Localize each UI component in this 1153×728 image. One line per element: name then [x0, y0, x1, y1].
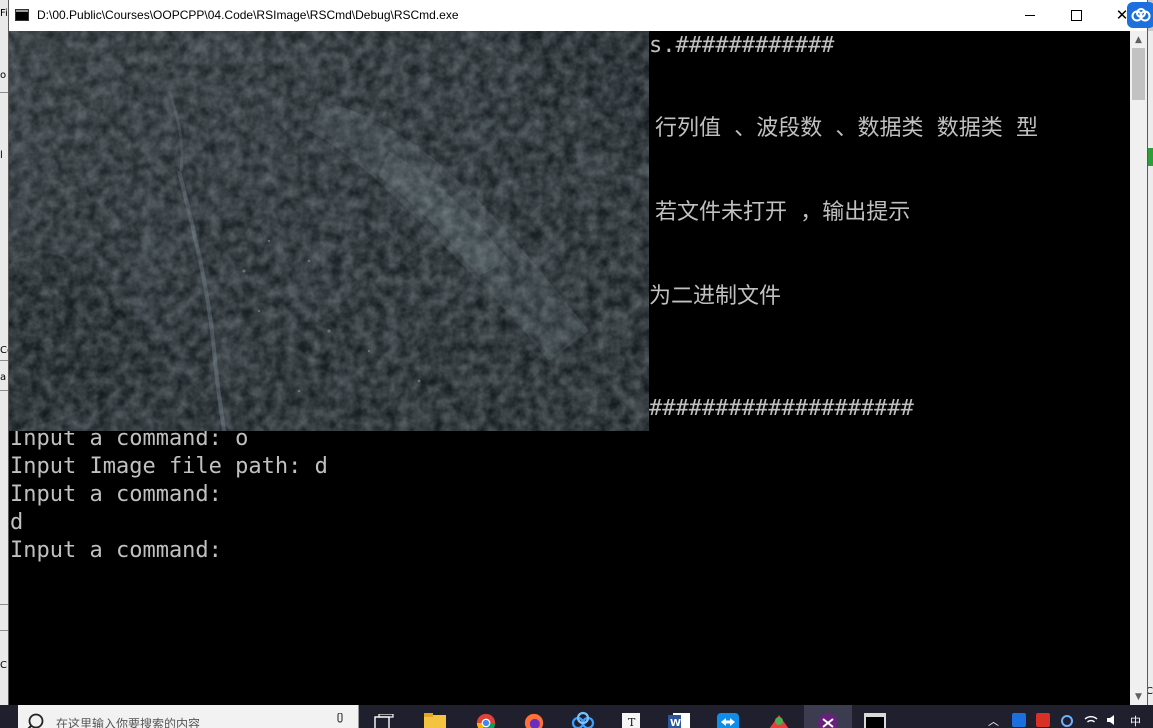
- volume-icon[interactable]: [1106, 713, 1120, 727]
- file-explorer-icon[interactable]: [424, 711, 448, 728]
- input-method-indicator[interactable]: 中: [1130, 713, 1144, 728]
- title-bar[interactable]: D:\00.Public\Courses\OOPCPP\04.Code\RSIm…: [9, 0, 1147, 31]
- typora-icon[interactable]: T: [620, 711, 644, 728]
- cloud-icon: [1131, 8, 1151, 22]
- firefox-icon[interactable]: [522, 713, 546, 728]
- tray-app-icon[interactable]: [1036, 713, 1050, 727]
- console-app-icon: [15, 9, 29, 21]
- console-line-partial-5: ####################: [649, 396, 914, 421]
- baidu-netdisk-icon[interactable]: [571, 711, 595, 728]
- tray-cloud-icon[interactable]: [1012, 713, 1026, 727]
- minimize-icon: [1025, 15, 1035, 16]
- console-window[interactable]: D:\00.Public\Courses\OOPCPP\04.Code\RSIm…: [8, 0, 1153, 705]
- desktop: Fi o l Co a C Co D:\00.Public\Courses\OO…: [0, 0, 1153, 728]
- start-button[interactable]: [0, 705, 18, 728]
- satellite-image-view: [9, 31, 649, 431]
- console-line-3: Input a command:: [10, 482, 222, 507]
- console-output[interactable]: s.############ 行列值 、波段数 、数据类 数据类 型 若文件未打…: [9, 31, 1130, 705]
- taskbar: 在这里输入你要搜索的内容 T W ︿ 中: [0, 705, 1153, 728]
- word-icon[interactable]: W: [668, 711, 692, 728]
- svg-text:T: T: [628, 716, 636, 728]
- chrome-icon[interactable]: [474, 713, 498, 728]
- baidu-netdisk-float-icon[interactable]: [1127, 2, 1153, 28]
- xmind-icon[interactable]: [767, 711, 791, 728]
- maximize-button[interactable]: [1053, 0, 1099, 31]
- tray-expand-icon[interactable]: ︿: [988, 713, 1002, 728]
- vertical-scrollbar[interactable]: ▲ ▼: [1130, 31, 1147, 705]
- console-line-5: Input a command:: [10, 538, 222, 563]
- console-app-taskbar-icon[interactable]: [864, 711, 888, 728]
- maximize-icon: [1070, 10, 1082, 21]
- microphone-icon[interactable]: [336, 713, 344, 728]
- visual-studio-icon[interactable]: [816, 712, 840, 728]
- search-placeholder: 在这里输入你要搜索的内容: [56, 717, 201, 728]
- scroll-down-button[interactable]: ▼: [1130, 688, 1147, 705]
- minimize-button[interactable]: [1007, 0, 1053, 31]
- scroll-thumb[interactable]: [1132, 48, 1145, 100]
- wifi-icon[interactable]: [1084, 713, 1098, 727]
- window-title: D:\00.Public\Courses\OOPCPP\04.Code\RSIm…: [37, 8, 459, 22]
- scroll-up-button[interactable]: ▲: [1130, 31, 1147, 48]
- teamviewer-icon[interactable]: [717, 711, 741, 728]
- tray-netdisk-icon[interactable]: [1060, 713, 1074, 727]
- console-line-partial-1: s.############: [649, 33, 835, 58]
- search-icon: [27, 713, 44, 728]
- console-line-4: d: [10, 510, 24, 535]
- svg-text:W: W: [670, 718, 681, 728]
- satellite-image: [9, 31, 649, 431]
- console-line-2: Input Image file path: d: [10, 454, 328, 479]
- console-line-partial-4: 为二进制文件: [649, 284, 782, 309]
- console-line-partial-3: 若文件未打开 ，输出提示: [655, 200, 911, 225]
- task-view-icon[interactable]: [372, 714, 396, 728]
- console-line-partial-2: 行列值 、波段数 、数据类 数据类 型: [655, 116, 1038, 141]
- taskbar-search-box[interactable]: 在这里输入你要搜索的内容: [18, 705, 359, 728]
